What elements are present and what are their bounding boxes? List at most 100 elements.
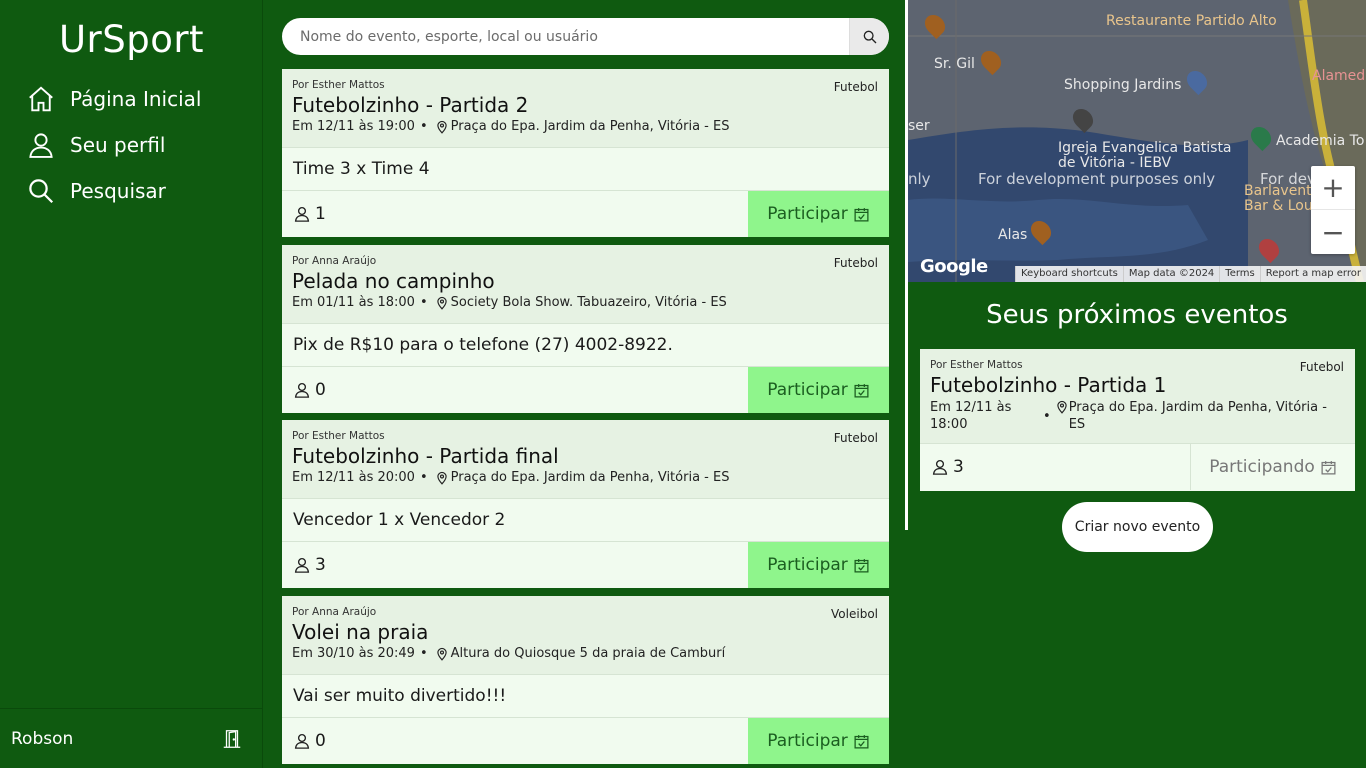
- map-label: Restaurante Partido Alto: [1106, 13, 1277, 29]
- participant-count: 0: [282, 731, 326, 751]
- user-icon: [932, 459, 948, 475]
- event-card: Por Anna Araújo Futebol Pelada no campin…: [282, 245, 889, 413]
- map-label: Alamed: [1312, 68, 1366, 84]
- participate-button[interactable]: Participar: [748, 542, 889, 588]
- upcoming-event-card: Por Esther Mattos Futebol Futebolzinho -…: [920, 349, 1355, 491]
- event-title[interactable]: Futebolzinho - Partida 2: [292, 93, 879, 117]
- map-label: Bar & Lou: [1244, 198, 1313, 214]
- event-description: Vencedor 1 x Vencedor 2: [282, 499, 889, 542]
- map-view[interactable]: Restaurante Partido Alto Sr. Gil Shoppin…: [908, 0, 1366, 282]
- participate-label: Participar: [767, 731, 848, 751]
- meta-separator: •: [1043, 408, 1051, 424]
- event-date: Em 12/11 às 18:00: [930, 400, 1012, 432]
- home-icon: [29, 86, 53, 112]
- user-icon: [294, 382, 310, 398]
- create-event-button[interactable]: Criar novo evento: [1062, 502, 1213, 552]
- event-description: Time 3 x Time 4: [282, 148, 889, 191]
- participate-label: Participar: [767, 380, 848, 400]
- map-attribution: Keyboard shortcuts Map data ©2024 Terms …: [1015, 266, 1366, 282]
- calendar-check-icon: [854, 558, 869, 573]
- event-author: Por Anna Araújo: [292, 606, 377, 618]
- user-icon: [29, 133, 53, 158]
- participant-count: 0: [282, 380, 326, 400]
- event-author: Por Esther Mattos: [930, 359, 1023, 371]
- map-label: Shopping Jardins: [1064, 77, 1182, 93]
- map-label: Alas: [998, 227, 1028, 243]
- nav-home[interactable]: Página Inicial: [26, 84, 201, 114]
- event-date: Em 12/11 às 20:00: [292, 470, 415, 485]
- event-sport: Futebol: [833, 431, 878, 445]
- map-label: Sr. Gil: [934, 56, 975, 72]
- event-card-footer: 3 Participar: [282, 542, 889, 588]
- zoom-in-button[interactable]: +: [1311, 166, 1355, 210]
- keyboard-shortcuts-link[interactable]: Keyboard shortcuts: [1015, 266, 1123, 282]
- dev-notice-fragment: nly: [908, 170, 931, 188]
- event-title[interactable]: Pelada no campinho: [292, 269, 879, 293]
- participate-label: Participar: [767, 555, 848, 575]
- report-error-link[interactable]: Report a map error: [1259, 266, 1366, 282]
- event-meta: Em 01/11 às 18:00 • Society Bola Show. T…: [292, 295, 879, 310]
- event-card-header: Por Anna Araújo Voleibol Volei na praia …: [282, 596, 889, 675]
- event-location: Society Bola Show. Tabuazeiro, Vitória -…: [450, 295, 727, 310]
- nav-profile-label: Seu perfil: [70, 133, 166, 157]
- search-bar: [282, 18, 889, 55]
- user-footer: Robson: [0, 708, 263, 768]
- location-pin-icon: [436, 296, 447, 310]
- map-label: Igreja Evangelica Batista: [1058, 140, 1232, 156]
- map-label: Academia To: [1276, 133, 1365, 149]
- participating-button[interactable]: Participando: [1190, 444, 1355, 490]
- participate-button[interactable]: Participar: [748, 718, 889, 764]
- event-card: Por Anna Araújo Voleibol Volei na praia …: [282, 596, 889, 764]
- event-meta: Em 12/11 às 19:00 • Praça do Epa. Jardim…: [292, 119, 879, 134]
- event-sport: Futebol: [833, 80, 878, 94]
- participate-label: Participar: [767, 204, 848, 224]
- nav-profile[interactable]: Seu perfil: [26, 130, 165, 160]
- brand-logo[interactable]: UrSport: [0, 18, 263, 61]
- upcoming-events-title: Seus próximos eventos: [986, 300, 1288, 330]
- participate-button[interactable]: Participar: [748, 191, 889, 237]
- meta-separator: •: [419, 119, 428, 134]
- event-title[interactable]: Futebolzinho - Partida final: [292, 444, 879, 468]
- zoom-out-button[interactable]: −: [1311, 210, 1355, 254]
- search-input[interactable]: [282, 18, 849, 55]
- nav-search[interactable]: Pesquisar: [26, 176, 166, 206]
- event-feed: Por Esther Mattos Futebol Futebolzinho -…: [282, 0, 889, 768]
- calendar-check-icon: [854, 207, 869, 222]
- location-pin-icon: [436, 647, 447, 661]
- participant-count-value: 3: [315, 555, 326, 575]
- search-button[interactable]: [849, 18, 889, 55]
- user-icon: [294, 733, 310, 749]
- user-icon: [294, 557, 310, 573]
- event-card-header: Por Esther Mattos Futebol Futebolzinho -…: [282, 69, 889, 148]
- event-card-footer: 0 Participar: [282, 367, 889, 413]
- door-exit-icon[interactable]: [221, 728, 243, 750]
- event-author: Por Esther Mattos: [292, 79, 385, 91]
- dev-notice-fragment: For dev: [1260, 170, 1316, 188]
- event-meta: Em 12/11 às 18:00 • Praça do Epa. Jardim…: [930, 399, 1345, 433]
- search-icon: [29, 179, 54, 204]
- nav-home-label: Página Inicial: [70, 87, 202, 111]
- participant-count-value: 0: [315, 731, 326, 751]
- event-date: Em 30/10 às 20:49: [292, 646, 415, 661]
- terms-link[interactable]: Terms: [1219, 266, 1259, 282]
- participate-button[interactable]: Participar: [748, 367, 889, 413]
- event-meta: Em 12/11 às 20:00 • Praça do Epa. Jardim…: [292, 470, 879, 485]
- user-icon: [294, 206, 310, 222]
- event-card-footer: 1 Participar: [282, 191, 889, 237]
- dev-notice: For development purposes only: [978, 170, 1216, 188]
- map-label: ser: [908, 118, 930, 134]
- event-sport: Futebol: [833, 256, 878, 270]
- event-location: Praça do Epa. Jardim da Penha, Vitória -…: [450, 470, 730, 485]
- event-location: Altura do Quiosque 5 da praia de Camburí: [450, 646, 726, 661]
- location-pin-icon: [1057, 400, 1067, 414]
- username: Robson: [11, 728, 74, 749]
- map-label: de Vitória - IEBV: [1058, 155, 1172, 171]
- sidebar: UrSport Página Inicial Seu perfil Pesqui…: [0, 0, 263, 768]
- event-sport: Voleibol: [831, 607, 878, 621]
- event-date: Em 01/11 às 18:00: [292, 295, 415, 310]
- meta-separator: •: [419, 470, 428, 485]
- search-icon: [863, 30, 876, 43]
- event-title[interactable]: Volei na praia: [292, 620, 879, 644]
- participant-count: 1: [282, 204, 326, 224]
- event-title[interactable]: Futebolzinho - Partida 1: [930, 373, 1345, 397]
